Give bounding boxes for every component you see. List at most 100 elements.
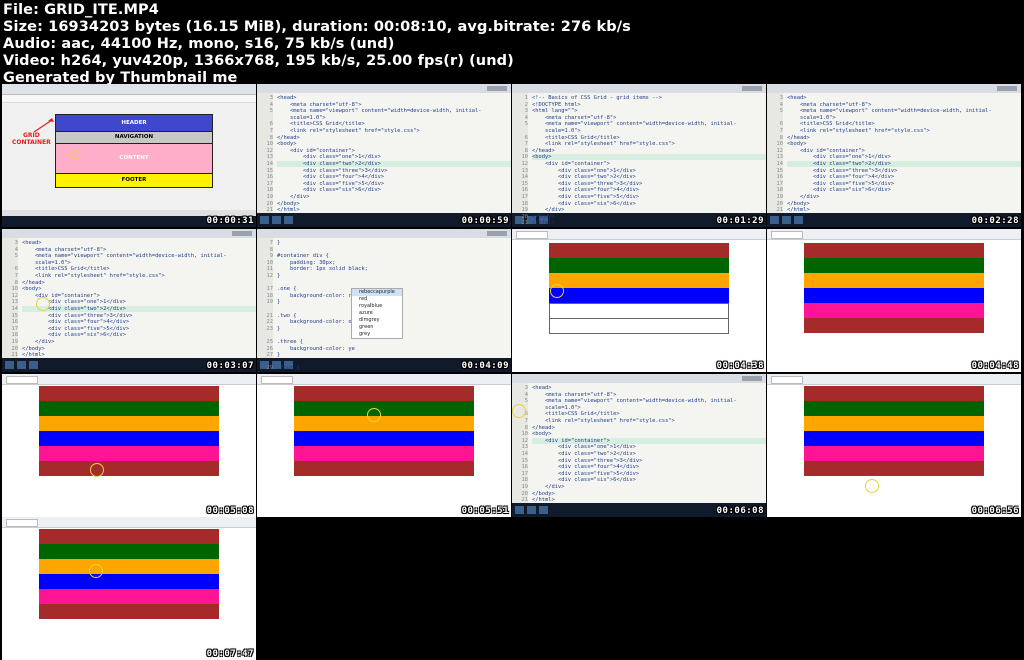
code-line[interactable]: } bbox=[277, 273, 280, 279]
code-line[interactable]: <div id="container"> bbox=[532, 437, 766, 444]
code-line[interactable]: <div class="five">5</div> bbox=[532, 194, 639, 200]
code-line[interactable]: <meta name="viewport" content="width=dev… bbox=[532, 121, 737, 127]
code-line[interactable]: } bbox=[277, 299, 280, 305]
code-line[interactable]: <meta charset="utf-8"> bbox=[787, 102, 871, 108]
code-line[interactable]: } bbox=[277, 352, 280, 358]
thumbnail-2[interactable]: 3 <head> 4 <meta charset="utf-8"> 5 <meta n… bbox=[257, 84, 511, 227]
code-line[interactable]: </head> bbox=[277, 135, 300, 141]
code-line[interactable]: <html lang=""> bbox=[532, 108, 577, 114]
code-line[interactable]: <link rel="stylesheet" href="style.css"> bbox=[532, 141, 675, 147]
code-line[interactable]: <div class="six">6</div> bbox=[22, 332, 126, 338]
code-line[interactable]: <meta charset="utf-8"> bbox=[532, 392, 616, 398]
code-line[interactable]: </html> bbox=[532, 497, 555, 503]
code-line[interactable]: padding: 30px; bbox=[277, 260, 335, 266]
code-line[interactable]: <head> bbox=[22, 240, 41, 246]
code-line[interactable]: .four { bbox=[277, 365, 300, 371]
code-line[interactable]: background-color: ye bbox=[277, 346, 355, 352]
code-line[interactable]: scale=1.0"> bbox=[532, 128, 581, 134]
thumbnail-5[interactable]: 3 <head> 4 <meta charset="utf-8"> 5 <meta n… bbox=[2, 229, 256, 372]
code-line[interactable]: .three { bbox=[277, 339, 303, 345]
code-line[interactable]: } bbox=[277, 326, 280, 332]
code-line[interactable]: </head> bbox=[532, 425, 555, 431]
code-line[interactable]: <div id="container"> bbox=[787, 148, 865, 154]
code-line[interactable]: </div> bbox=[532, 207, 565, 213]
code-line[interactable]: <title>CSS Grid</title> bbox=[532, 411, 620, 417]
code-line[interactable]: <div class="four">4</div> bbox=[277, 174, 384, 180]
code-line[interactable]: </html> bbox=[787, 207, 810, 213]
code-line[interactable]: <body> bbox=[277, 141, 296, 147]
code-line[interactable]: scale=1.0"> bbox=[787, 115, 836, 121]
thumbnail-3[interactable]: 1 <!-- Basics of CSS Grid - grid items --… bbox=[512, 84, 766, 227]
thumbnail-11[interactable]: 3 <head> 4 <meta charset="utf-8"> 5 <meta n… bbox=[512, 374, 766, 517]
code-line[interactable]: <title>CSS Grid</title> bbox=[532, 135, 620, 141]
code-line[interactable]: <div class="five">5</div> bbox=[532, 471, 639, 477]
code-line[interactable]: <title>CSS Grid</title> bbox=[277, 121, 365, 127]
code-line[interactable]: <div class="five">5</div> bbox=[277, 181, 384, 187]
code-line[interactable]: <link rel="stylesheet" href="style.css"> bbox=[532, 418, 675, 424]
autocomplete-option[interactable]: red bbox=[352, 296, 402, 303]
code-line[interactable]: <div class="five">5</div> bbox=[22, 326, 129, 332]
code-line[interactable]: <body> bbox=[787, 141, 806, 147]
code-line[interactable]: <div class="two">2</div> bbox=[787, 161, 1021, 167]
code-line[interactable]: <div class="one">1</div> bbox=[532, 168, 636, 174]
code-line[interactable]: <div class="three">3</div> bbox=[532, 181, 642, 187]
code-line[interactable]: <div class="six">6</div> bbox=[277, 187, 381, 193]
code-line[interactable]: <div class="four">4</div> bbox=[787, 174, 894, 180]
code-line[interactable]: </html> bbox=[22, 352, 45, 358]
autocomplete-option[interactable]: grey bbox=[352, 331, 402, 338]
thumbnail-13[interactable]: 00:07:47 bbox=[2, 517, 256, 660]
code-line[interactable]: <div class="six">6</div> bbox=[532, 201, 636, 207]
code-line[interactable]: <title>CSS Grid</title> bbox=[787, 121, 875, 127]
code-line[interactable]: </body> bbox=[532, 491, 555, 497]
code-line[interactable]: <head> bbox=[787, 95, 806, 101]
code-line[interactable]: <div class="one">1</div> bbox=[787, 154, 891, 160]
thumbnail-7[interactable]: 00:04:38 bbox=[512, 229, 766, 372]
code-line[interactable]: scale=1.0"> bbox=[532, 405, 581, 411]
code-line[interactable]: } bbox=[277, 240, 280, 246]
code-line[interactable]: <div id="container"> bbox=[22, 293, 100, 299]
code-line[interactable]: <div class="one">1</div> bbox=[532, 444, 636, 450]
code-line[interactable]: </div> bbox=[532, 484, 565, 490]
code-line[interactable]: <div class="two">2</div> bbox=[532, 174, 636, 180]
code-line[interactable]: </head> bbox=[532, 148, 555, 154]
code-line[interactable]: </div> bbox=[277, 194, 310, 200]
code-line[interactable]: <div class="six">6</div> bbox=[532, 477, 636, 483]
code-line[interactable]: <div id="container"> bbox=[277, 148, 355, 154]
code-line[interactable]: border: 1px solid black; bbox=[277, 266, 368, 272]
code-line[interactable]: <div class="three">3</div> bbox=[22, 313, 132, 319]
code-line[interactable]: <div class="six">6</div> bbox=[787, 187, 891, 193]
code-line[interactable]: <!DOCTYPE html> bbox=[532, 102, 581, 108]
code-line[interactable]: <div class="three">3</div> bbox=[787, 168, 897, 174]
code-line[interactable]: </div> bbox=[22, 339, 55, 345]
code-line[interactable]: background-color: re bbox=[277, 293, 355, 299]
code-line[interactable]: <div class="four">4</div> bbox=[22, 319, 129, 325]
code-line[interactable]: <div class="four">4</div> bbox=[532, 187, 639, 193]
code-line[interactable]: background-color: or bbox=[277, 319, 355, 325]
code-line[interactable]: <div class="three">3</div> bbox=[277, 168, 387, 174]
code-line[interactable]: <div class="three">3</div> bbox=[532, 458, 642, 464]
code-line[interactable]: <meta name="viewport" content="width=dev… bbox=[22, 253, 227, 259]
code-line[interactable]: .one { bbox=[277, 286, 296, 292]
autocomplete-option[interactable]: green bbox=[352, 324, 402, 331]
code-line[interactable]: <head> bbox=[277, 95, 296, 101]
code-line[interactable]: </body> bbox=[532, 214, 555, 220]
code-line[interactable]: <div class="two">2</div> bbox=[22, 306, 256, 312]
code-line[interactable]: <div class="one">1</div> bbox=[277, 154, 381, 160]
code-line[interactable]: <meta charset="utf-8"> bbox=[532, 115, 616, 121]
autocomplete-option[interactable]: dimgrey bbox=[352, 317, 402, 324]
thumbnail-9[interactable]: 00:05:08 bbox=[2, 374, 256, 517]
code-line[interactable]: </body> bbox=[787, 201, 810, 207]
code-line[interactable]: </div> bbox=[787, 194, 820, 200]
autocomplete-option[interactable]: rebeccapurple bbox=[352, 289, 402, 296]
code-line[interactable]: .two { bbox=[277, 313, 296, 319]
thumbnail-1[interactable]: GRID CONTAINER HEADER NAVIGATION CONTENT … bbox=[2, 84, 256, 227]
code-line[interactable]: </head> bbox=[22, 280, 45, 286]
code-line[interactable]: </body> bbox=[22, 346, 45, 352]
code-line[interactable]: <link rel="stylesheet" href="style.css"> bbox=[277, 128, 420, 134]
code-line[interactable]: <meta name="viewport" content="width=dev… bbox=[277, 108, 482, 114]
code-line[interactable]: <link rel="stylesheet" href="style.css"> bbox=[787, 128, 930, 134]
code-line[interactable]: <meta charset="utf-8"> bbox=[277, 102, 361, 108]
thumbnail-4[interactable]: 3 <head> 4 <meta charset="utf-8"> 5 <meta n… bbox=[767, 84, 1021, 227]
code-line[interactable]: <div class="two">2</div> bbox=[277, 161, 511, 167]
code-line[interactable]: scale=1.0"> bbox=[277, 115, 326, 121]
